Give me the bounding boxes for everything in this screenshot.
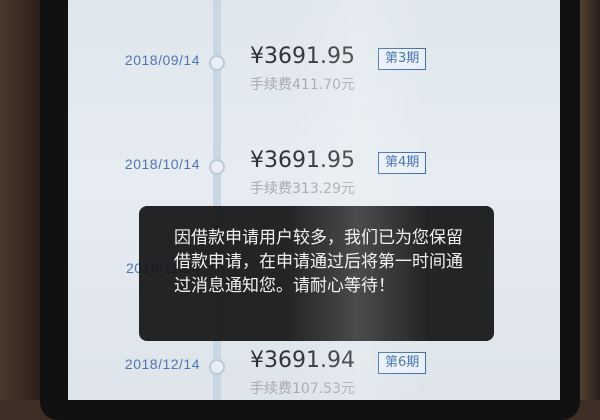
- timeline-node: [209, 159, 225, 175]
- installment-amount: ¥3691.95: [250, 44, 355, 69]
- repayment-entry[interactable]: 2018/09/14 ¥3691.95 第3期 手续费411.70元: [68, 44, 560, 112]
- service-fee: 手续费313.29元: [250, 181, 355, 197]
- period-badge: 第6期: [378, 352, 427, 374]
- period-badge: 第3期: [378, 48, 427, 70]
- toast-notification: 因借款申请用户较多，我们已为您保留借款申请，在申请通过后将第一时间通过消息通知您…: [139, 206, 494, 341]
- toast-message: 因借款申请用户较多，我们已为您保留借款申请，在申请通过后将第一时间通过消息通知您…: [174, 228, 463, 296]
- phone-screen: 2018/09/14 ¥3691.95 第3期 手续费411.70元 2018/…: [68, 0, 560, 400]
- installment-amount: ¥3691.95: [250, 148, 355, 173]
- installment-amount: ¥3691.94: [250, 348, 355, 373]
- timeline-node: [209, 55, 225, 71]
- repayment-entry[interactable]: 2018/12/14 ¥3691.94 第6期 手续费107.53元: [68, 348, 560, 400]
- timeline-node: [209, 359, 225, 375]
- service-fee: 手续费107.53元: [250, 381, 355, 397]
- due-date: 2018/12/14: [124, 356, 200, 372]
- period-badge: 第4期: [378, 152, 427, 174]
- service-fee: 手续费411.70元: [250, 77, 355, 93]
- due-date: 2018/10/14: [124, 156, 200, 172]
- due-date: 2018/09/14: [124, 52, 200, 68]
